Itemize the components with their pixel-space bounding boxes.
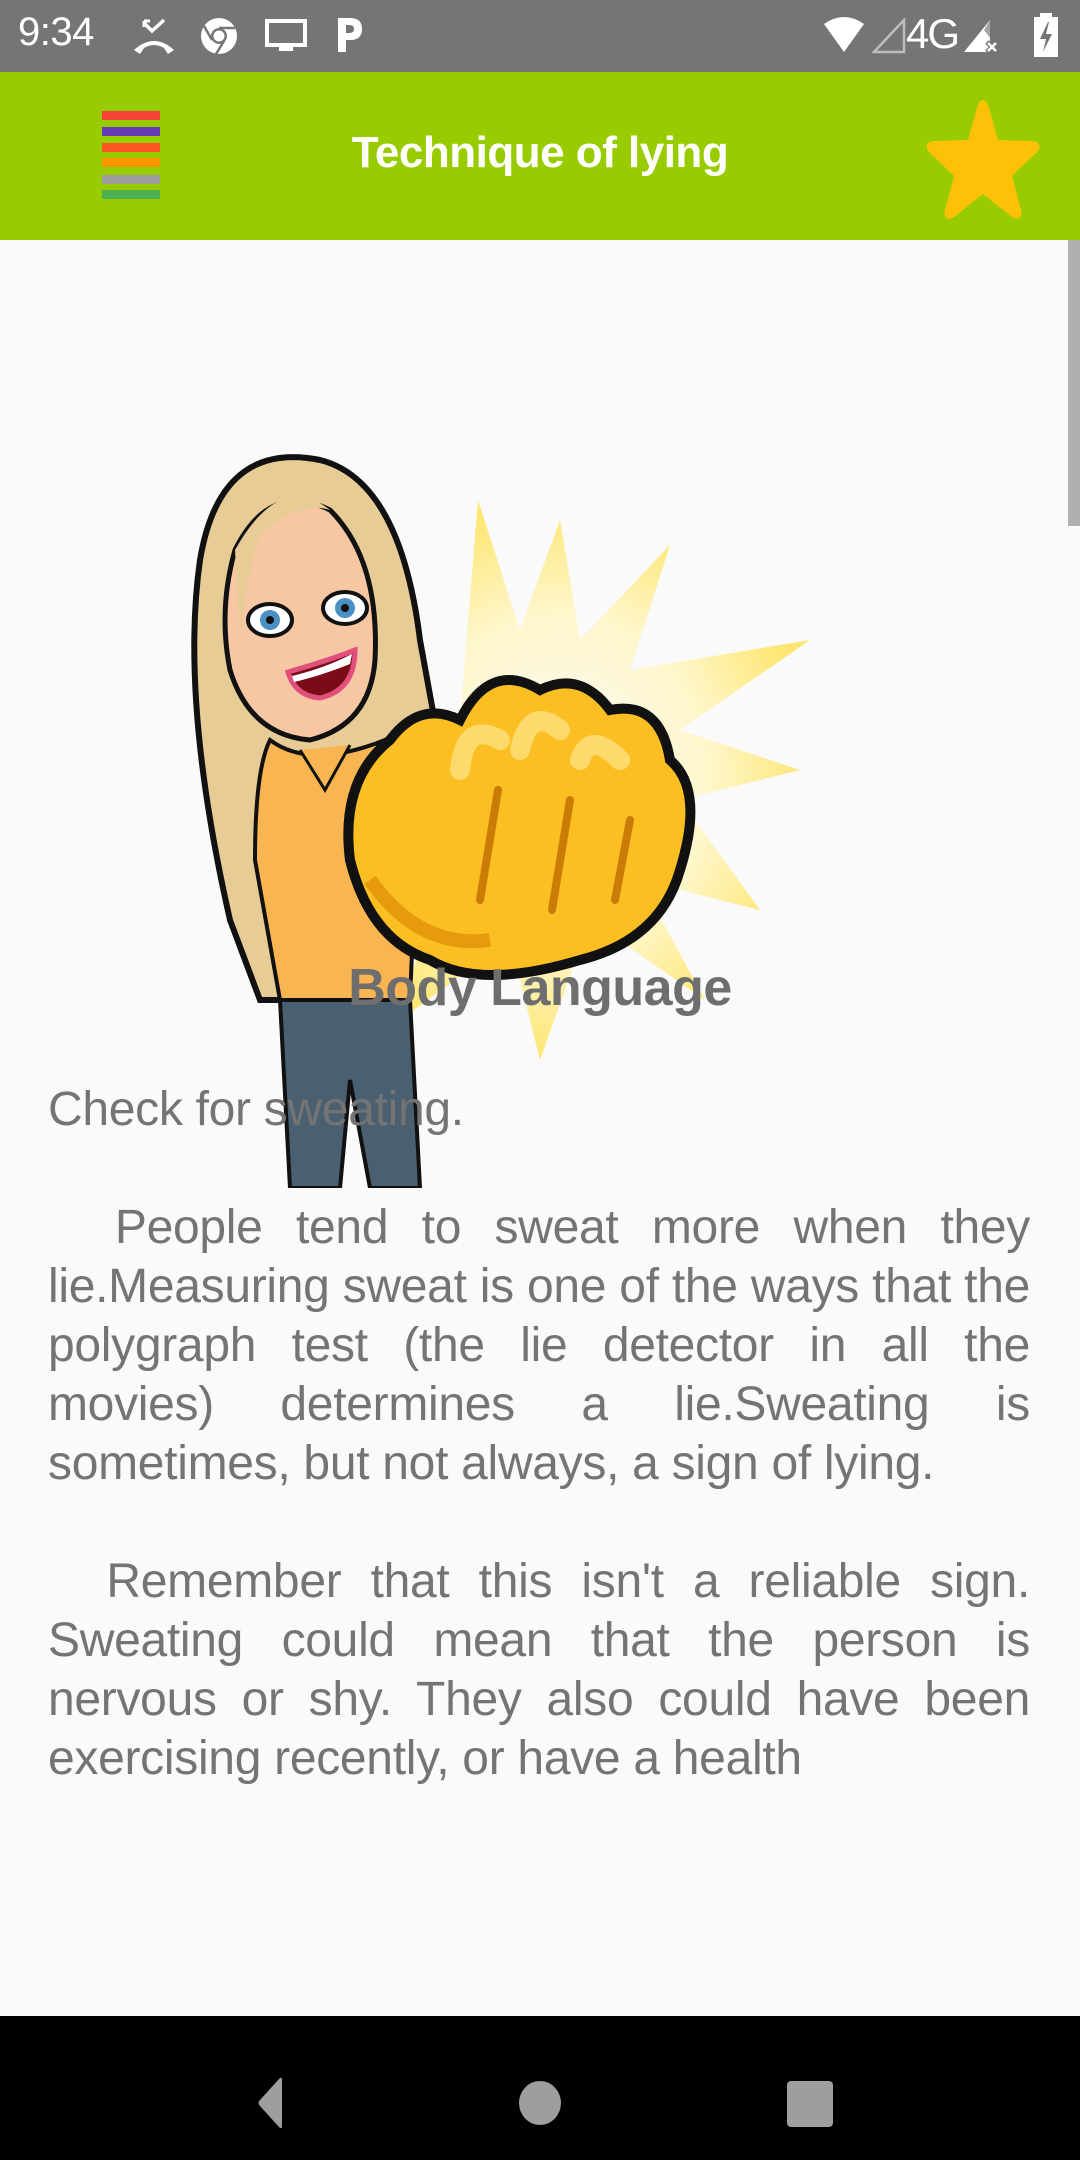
home-button[interactable] <box>495 2056 585 2146</box>
content-scroll-area[interactable]: Body Language Check for sweating. People… <box>0 240 1080 2016</box>
bitmoji-illustration <box>191 454 810 1188</box>
favorite-button[interactable] <box>918 96 1048 220</box>
cast-screen-icon <box>265 19 307 51</box>
recents-button[interactable] <box>765 2056 855 2146</box>
paragraph: Remember that this isn't a reliable sign… <box>48 1555 1030 1785</box>
chrome-icon <box>201 18 237 55</box>
menu-stripe <box>102 190 160 199</box>
network-type: 4G <box>906 10 960 57</box>
status-time: 9:34 <box>18 10 94 54</box>
battery-charging-icon <box>1034 13 1058 57</box>
article-body: Check for sweating. People tend to sweat… <box>48 1080 1030 1788</box>
back-icon <box>258 2077 282 2129</box>
back-button[interactable] <box>222 2056 312 2146</box>
signal-no-sim-icon <box>964 20 999 54</box>
paragraph: People tend to sweat more when they lie.… <box>48 1201 1030 1490</box>
home-icon <box>519 2081 561 2125</box>
scrollbar[interactable] <box>1068 240 1080 526</box>
menu-stripe <box>102 111 160 120</box>
paragraph-heading: Check for sweating. <box>48 1083 464 1136</box>
signal-empty-icon <box>872 18 906 54</box>
pandora-icon <box>338 18 362 52</box>
star-icon <box>926 100 1040 219</box>
section-title: Body Language <box>348 959 732 1017</box>
recents-icon <box>787 2081 833 2127</box>
wifi-icon <box>824 17 864 52</box>
missed-call-icon <box>134 18 174 54</box>
status-bar: 9:34 4G <box>0 0 1080 72</box>
navigation-bar <box>0 2016 1080 2160</box>
